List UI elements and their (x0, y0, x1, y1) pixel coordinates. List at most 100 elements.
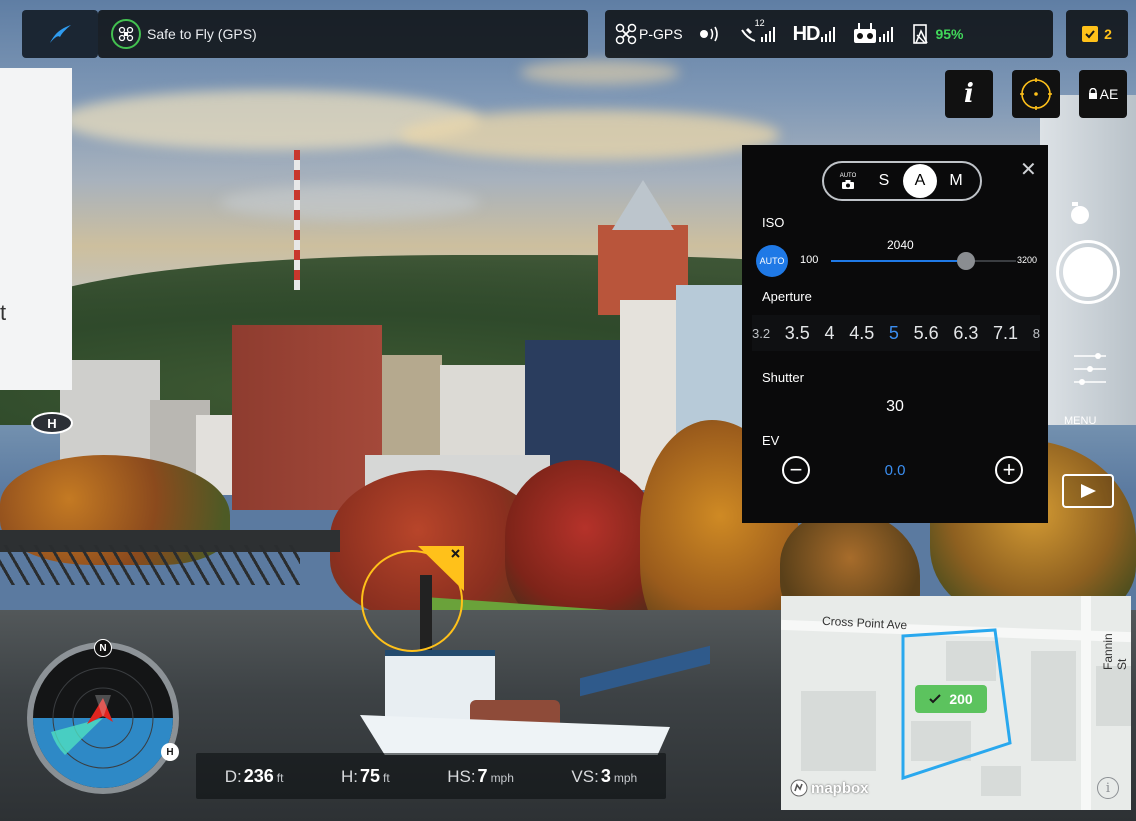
menu-label[interactable]: MENU (1064, 415, 1096, 427)
battery-icon (913, 24, 929, 44)
plus-icon: + (1002, 457, 1016, 482)
play-icon (1081, 484, 1096, 498)
map-street-label: Fannin St (1101, 633, 1129, 670)
lock-icon (1088, 88, 1097, 99)
compass-home-marker: H (161, 743, 179, 761)
photo-video-switch[interactable] (1070, 200, 1090, 230)
aperture-scroller[interactable]: 3.2 3.5 4 4.5 5 5.6 6.3 7.1 8 (752, 315, 1040, 351)
ev-increase-button[interactable]: + (995, 456, 1023, 484)
checklist-icon (1082, 26, 1099, 42)
auto-mode-label: AUTO (839, 173, 857, 179)
telemetry-bar[interactable]: P-GPS 12 HD 95% (605, 10, 1053, 58)
aperture-option[interactable]: 3.2 (752, 326, 770, 341)
sliders-icon (1074, 353, 1106, 385)
flight-mode-group[interactable]: P-GPS (615, 23, 683, 45)
cloud (400, 110, 780, 160)
camera-settings-panel[interactable]: ✕ AUTO S A M ISO AUTO 100 2040 3200 Aper… (742, 145, 1048, 523)
close-icon[interactable]: ✕ (1020, 160, 1037, 180)
iso-max-label: 3200 (1017, 255, 1038, 265)
map-altitude-badge[interactable]: 200 (915, 685, 987, 713)
satellite-count: 12 (754, 18, 765, 28)
iso-auto-label: AUTO (759, 256, 785, 266)
shutter-button-core (1063, 247, 1113, 297)
iso-slider-knob[interactable] (957, 252, 976, 270)
bird-logo-icon (50, 25, 71, 43)
camera-menu-button[interactable] (1068, 348, 1112, 390)
check-icon (929, 694, 942, 704)
distance-readout: D: 236 ft (224, 765, 284, 786)
mini-map[interactable]: Cross Point Ave Fannin St 200 mapbox i (781, 596, 1131, 810)
mode-s-label: S (878, 172, 890, 189)
gps-signal-bars-icon (760, 27, 775, 42)
camera-icon (842, 180, 854, 189)
aperture-option[interactable]: 8 (1033, 326, 1040, 341)
iso-slider[interactable] (831, 252, 1016, 270)
mission-checklist-button[interactable]: 2 (1066, 10, 1128, 58)
flight-status-bar[interactable]: Safe to Fly (GPS) (98, 10, 588, 58)
cloud (220, 185, 480, 220)
map-info-icon[interactable]: i (1097, 777, 1119, 799)
iso-slider-fill (831, 260, 967, 262)
mode-auto-option[interactable]: AUTO (831, 164, 865, 198)
mode-s-option[interactable]: S (867, 164, 901, 198)
iso-auto-button[interactable]: AUTO (756, 245, 788, 277)
home-marker-label: H (47, 416, 56, 431)
focus-target-icon (1020, 78, 1052, 110)
ae-lock-button[interactable]: AE (1079, 70, 1127, 118)
aperture-option[interactable]: 5.6 (914, 323, 939, 344)
ae-label: AE (1099, 86, 1119, 102)
side-panel[interactable]: t (0, 68, 72, 390)
app-logo-button[interactable] (22, 10, 98, 58)
aperture-option[interactable]: 4 (824, 323, 834, 344)
exposure-mode-selector[interactable]: AUTO S A M (822, 161, 982, 201)
iso-min-label: 100 (800, 254, 819, 266)
mode-m-label: M (949, 172, 963, 189)
tracking-target[interactable] (356, 543, 468, 653)
playback-button[interactable] (1062, 474, 1114, 508)
remote-signal-bars-icon (879, 27, 894, 42)
hd-signal-group[interactable]: HD (793, 23, 838, 46)
focus-target-button[interactable] (1012, 70, 1060, 118)
battery-group[interactable]: 95% (911, 23, 964, 45)
mode-a-option[interactable]: A (903, 164, 937, 198)
home-point-marker[interactable]: H (29, 410, 75, 436)
info-icon: i (964, 79, 974, 109)
camera-switch-icon (1071, 202, 1089, 224)
height-readout: H: 75 ft (340, 765, 390, 786)
shutter-button[interactable] (1056, 240, 1120, 304)
battery-percent: 95% (935, 26, 964, 42)
info-button[interactable]: i (945, 70, 993, 118)
aperture-option[interactable]: 4.5 (849, 323, 874, 344)
compass-radar[interactable]: N H (25, 639, 181, 796)
aperture-option[interactable]: 3.5 (785, 323, 810, 344)
cloud (520, 60, 680, 85)
remote-signal-group[interactable] (853, 23, 895, 45)
mapbox-icon (790, 779, 808, 797)
mapbox-label: mapbox (811, 779, 869, 797)
remote-controller-icon (854, 23, 877, 43)
aperture-option[interactable]: 5 (889, 323, 899, 344)
radio-tower (294, 150, 300, 290)
obstacle-sensor-icon (699, 26, 718, 42)
iso-value: 2040 (887, 238, 914, 252)
aperture-option[interactable]: 7.1 (993, 323, 1018, 344)
mode-m-option[interactable]: M (939, 164, 973, 198)
horizontal-speed-readout: HS: 7 mph (447, 765, 514, 786)
hd-signal-bars-icon (821, 27, 836, 42)
gps-signal-group[interactable]: 12 (739, 18, 777, 44)
building (232, 325, 382, 510)
drone-status-icon (111, 19, 141, 49)
vision-sensor-group[interactable] (699, 26, 723, 42)
map-badge-value: 200 (949, 691, 973, 707)
compass-north-label: N (99, 642, 107, 654)
mission-count: 2 (1104, 26, 1112, 42)
mapbox-logo: mapbox (790, 779, 869, 797)
aperture-option[interactable]: 6.3 (953, 323, 978, 344)
vertical-speed-readout: VS: 3 mph (571, 765, 638, 786)
shutter-value[interactable]: 30 (742, 398, 1048, 416)
safe-to-fly-label: Safe to Fly (GPS) (147, 26, 257, 42)
compass-north-marker: N (94, 639, 112, 657)
side-panel-text: t (0, 300, 7, 325)
iso-label: ISO (762, 215, 785, 230)
hd-label: HD (792, 22, 821, 45)
